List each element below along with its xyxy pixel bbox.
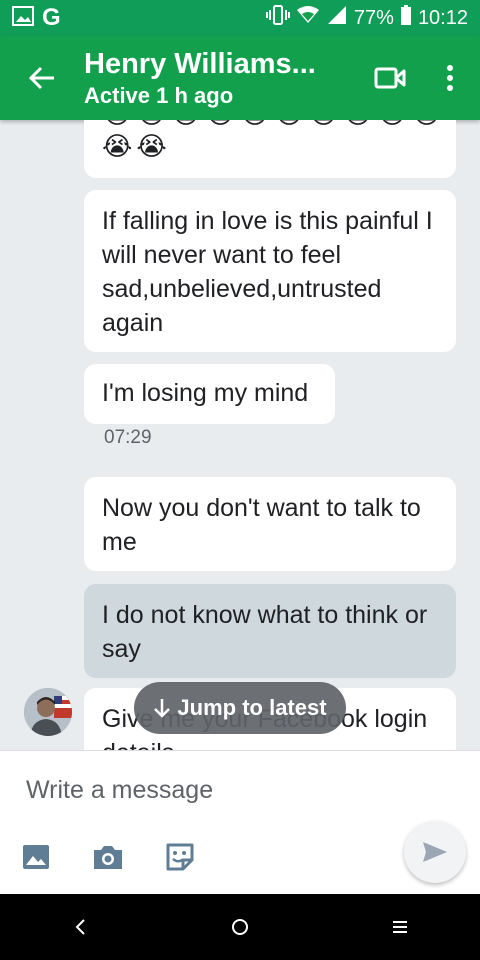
signal-icon (326, 5, 348, 31)
message-text: If falling in love is this painful I wil… (102, 207, 433, 337)
sticker-button[interactable] (162, 839, 198, 875)
clock: 10:12 (417, 6, 468, 29)
crying-face-emoji: 😭 (136, 131, 167, 161)
arrow-left-icon (28, 66, 54, 90)
video-camera-icon (374, 67, 406, 89)
crying-face-emoji: 😭 (377, 120, 407, 128)
crying-face-emoji: 😭 (274, 120, 304, 128)
crying-face-emoji: 😭 (412, 120, 438, 128)
more-vert-icon (447, 65, 453, 91)
battery-percent: 77% (353, 6, 394, 29)
more-options-button[interactable] (420, 36, 480, 120)
back-button[interactable] (0, 36, 84, 120)
video-call-button[interactable] (360, 36, 420, 120)
active-status: Active 1 h ago (84, 82, 234, 108)
app-bar-actions (360, 36, 480, 120)
image-notification-icon (12, 5, 34, 31)
contact-name: Henry Williams... (84, 47, 316, 80)
back-icon (75, 919, 85, 935)
send-button[interactable] (404, 821, 466, 883)
battery-icon (400, 5, 412, 31)
crying-face-emoji: 😭 (171, 120, 201, 128)
conversation-header[interactable]: Henry Williams... Active 1 h ago (84, 48, 360, 109)
app-bar: Henry Williams... Active 1 h ago (0, 36, 480, 120)
vibrate-icon (265, 4, 290, 32)
crying-face-emoji: 😭 (343, 120, 373, 128)
jump-to-latest-label: Jump to latest (177, 695, 327, 720)
emoji-row: 😭😭😭😭😭😭😭😭😭😭😭 (102, 120, 438, 128)
crying-face-emoji: 😭 (308, 120, 338, 128)
avatar-photo (24, 688, 72, 736)
message-bubble-outgoing[interactable]: I do not know what to think or say (84, 584, 456, 678)
contact-avatar[interactable] (24, 688, 72, 736)
gallery-button[interactable] (18, 839, 54, 875)
crying-face-emoji: 😭 (102, 131, 133, 161)
arrow-down-icon (154, 699, 171, 718)
crying-face-emoji: 😭 (205, 120, 235, 128)
google-logo-icon: G (42, 4, 61, 31)
message-timestamp: 07:29 (104, 427, 152, 448)
camera-icon (94, 846, 122, 869)
nav-home-button[interactable] (200, 894, 280, 960)
message-input[interactable] (24, 769, 388, 811)
status-bar-right: 77% 10:12 (265, 4, 468, 32)
message-list[interactable]: 😭😭😭😭😭😭😭😭😭😭😭 😭😭 If falling in love is thi… (0, 120, 480, 750)
nav-back-button[interactable] (40, 894, 120, 960)
emoji-row: 😭 😭 (102, 132, 438, 160)
camera-button[interactable] (90, 839, 126, 875)
jump-to-latest-button[interactable]: Jump to latest (134, 682, 346, 734)
wifi-icon (296, 5, 320, 31)
message-bubble-incoming[interactable]: I'm losing my mind (84, 364, 335, 424)
message-text: I'm losing my mind (102, 379, 309, 407)
recents-icon (393, 921, 407, 933)
message-text: I do not know what to think or say (102, 601, 428, 663)
message-bubble-incoming[interactable]: Now you don't want to talk to me (84, 477, 456, 571)
nav-recents-button[interactable] (360, 894, 440, 960)
image-icon (23, 845, 49, 869)
status-bar: G 77% 10:12 (0, 0, 480, 36)
crying-face-emoji: 😭 (240, 120, 270, 128)
home-icon (232, 919, 248, 935)
sticker-icon (166, 843, 194, 871)
message-bubble-emoji[interactable]: 😭😭😭😭😭😭😭😭😭😭😭 😭😭 (84, 120, 456, 178)
send-icon (423, 842, 447, 862)
message-text: Now you don't want to talk to me (102, 494, 421, 556)
crying-face-emoji: 😭 (136, 120, 166, 128)
message-bubble-incoming[interactable]: If falling in love is this painful I wil… (84, 190, 456, 352)
status-bar-left: G (12, 4, 61, 32)
crying-face-emoji: 😭 (102, 120, 132, 128)
system-nav-bar (0, 894, 480, 960)
message-composer (0, 750, 480, 895)
